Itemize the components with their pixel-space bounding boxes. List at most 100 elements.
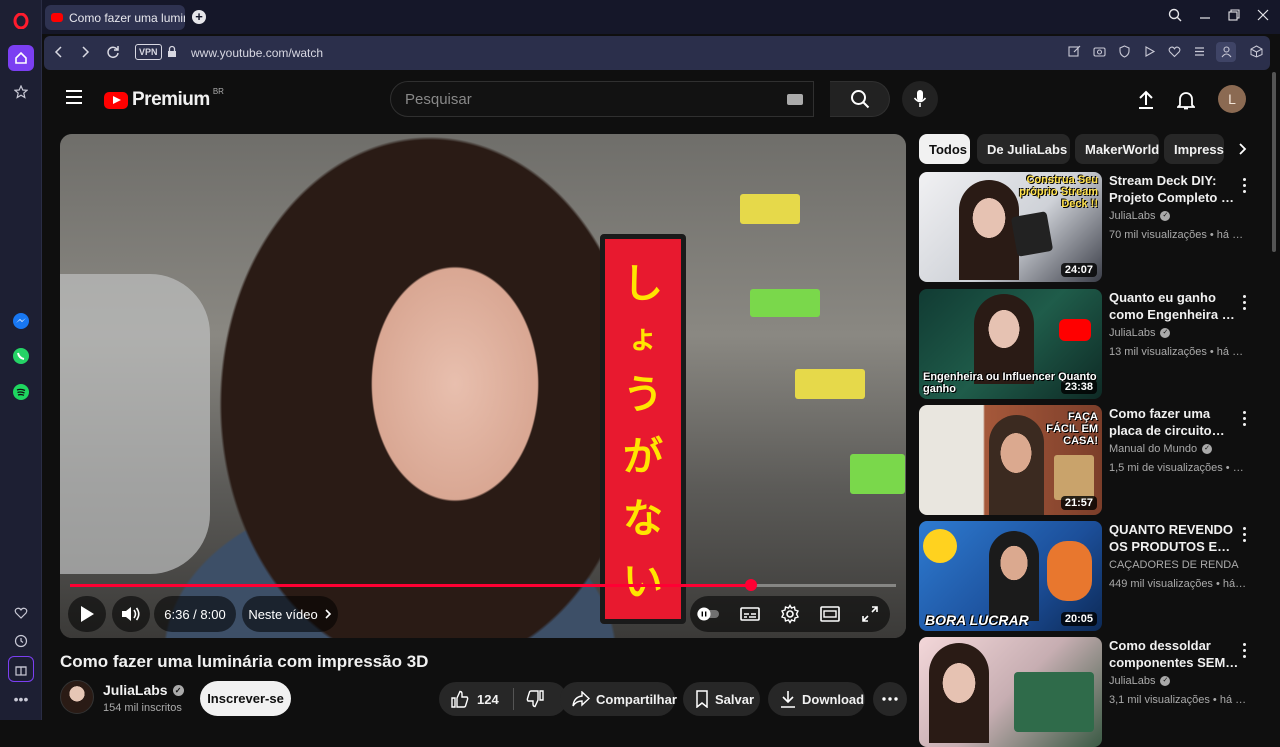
shelf-green (750, 289, 820, 317)
volume-button[interactable] (112, 596, 150, 632)
minimize-icon[interactable] (1199, 8, 1211, 26)
video-thumbnail[interactable] (919, 637, 1102, 747)
rec-channel[interactable]: JuliaLabs ✓ (1109, 675, 1171, 687)
chip-makerworld[interactable]: MakerWorld (1075, 134, 1159, 164)
rec-menu-kebab-icon[interactable] (1243, 643, 1247, 661)
autoplay-toggle-icon[interactable] (690, 607, 730, 621)
save-label: Salvar (715, 691, 755, 707)
rec-menu-kebab-icon[interactable] (1243, 178, 1247, 196)
restore-icon[interactable] (1228, 8, 1240, 26)
logo-text: Premium (132, 89, 210, 110)
youtube-premium-logo[interactable]: Premium BR (104, 87, 224, 111)
heart-icon[interactable] (8, 600, 34, 626)
chip-de-julialabs[interactable]: De JuliaLabs (977, 134, 1070, 164)
video-player[interactable]: しょうがない 6:36 / 8:00 Neste vídeo (60, 134, 906, 638)
chip-todos[interactable]: Todos (919, 134, 970, 164)
more-actions-button[interactable] (873, 682, 907, 716)
miniplayer-icon[interactable] (810, 606, 850, 622)
camera-icon[interactable] (1093, 45, 1106, 61)
new-tab-plus-icon[interactable]: + (192, 10, 206, 24)
spotify-icon[interactable] (8, 379, 34, 405)
rec-menu-kebab-icon[interactable] (1243, 295, 1247, 313)
gift-icon[interactable] (8, 656, 34, 682)
download-icon (781, 691, 795, 708)
video-thumbnail[interactable]: Engenheira ou Influencer Quanto ganho 23… (919, 289, 1102, 399)
profile-icon[interactable] (1216, 42, 1236, 62)
video-thumbnail[interactable]: FAÇA FÁCIL EM CASA! 21:57 (919, 405, 1102, 515)
shelf-green-2 (850, 454, 905, 494)
recommendation-item[interactable]: BORA LUCRAR 20:05 QUANTO REVENDO OS PROD… (919, 521, 1259, 631)
chips-next-chevron-icon[interactable] (1226, 134, 1259, 164)
rec-menu-kebab-icon[interactable] (1243, 411, 1247, 429)
voice-search-button[interactable] (902, 81, 938, 117)
search-input[interactable]: Pesquisar (390, 81, 814, 117)
divider (512, 688, 514, 710)
back-icon[interactable] (54, 44, 64, 64)
duration-badge: 21:57 (1060, 496, 1097, 510)
shield-icon[interactable] (1118, 45, 1131, 61)
channel-avatar[interactable] (60, 680, 94, 714)
page-scrollbar[interactable] (1272, 72, 1276, 252)
whatsapp-icon[interactable] (8, 343, 34, 369)
youtube-favicon-icon (51, 13, 63, 22)
rec-title[interactable]: QUANTO REVENDO OS PRODUTOS E QUAL A MARG… (1109, 521, 1239, 555)
notifications-bell-icon[interactable] (1174, 88, 1198, 112)
reload-icon[interactable] (106, 44, 120, 64)
video-thumbnail[interactable]: BORA LUCRAR 20:05 (919, 521, 1102, 631)
menu-lines-icon[interactable] (1193, 45, 1206, 61)
recommendation-item[interactable]: Engenheira ou Influencer Quanto ganho 23… (919, 289, 1259, 399)
rec-channel[interactable]: Manual do Mundo ✓ (1109, 443, 1213, 455)
rec-channel[interactable]: JuliaLabs ✓ (1109, 210, 1171, 222)
bookmarks-star-icon[interactable] (8, 79, 34, 105)
share-icon (572, 691, 590, 707)
extensions-box-icon[interactable] (1250, 45, 1263, 61)
close-window-icon[interactable] (1257, 8, 1269, 26)
history-clock-icon[interactable] (8, 628, 34, 654)
rec-channel[interactable]: JuliaLabs ✓ (1109, 327, 1171, 339)
upload-icon[interactable] (1134, 88, 1158, 112)
edit-icon[interactable] (1068, 45, 1081, 61)
search-tabs-icon[interactable] (1168, 8, 1182, 26)
captions-icon[interactable] (730, 606, 770, 622)
like-button[interactable]: 124 (451, 690, 499, 708)
account-avatar[interactable]: L (1218, 85, 1246, 113)
recommendation-item[interactable]: FAÇA FÁCIL EM CASA! 21:57 Como fazer uma… (919, 405, 1259, 515)
hamburger-menu-icon[interactable] (66, 90, 82, 104)
forward-icon[interactable] (80, 44, 90, 64)
vpn-badge[interactable]: VPN (135, 44, 162, 60)
home-icon[interactable] (8, 45, 34, 71)
settings-gear-icon[interactable] (770, 604, 810, 624)
tab-youtube[interactable]: Como fazer uma luminária (45, 5, 185, 30)
next-chapter-button[interactable]: Neste vídeo (242, 596, 338, 632)
player-icon[interactable] (1143, 45, 1156, 61)
recommendation-item[interactable]: Construa Seu próprio Stream Deck !! 24:0… (919, 172, 1259, 282)
rec-channel[interactable]: CAÇADORES DE RENDA (1109, 559, 1239, 571)
search-button[interactable] (830, 81, 890, 117)
rec-title[interactable]: Quanto eu ganho como Engenheira e Influe… (1109, 289, 1239, 323)
share-button[interactable]: Compartilhar (560, 682, 677, 716)
more-dots-icon[interactable]: ••• (8, 686, 34, 712)
channel-name-link[interactable]: JuliaLabs ✓ (103, 682, 184, 698)
opera-logo-icon[interactable] (8, 8, 34, 34)
heart-bookmark-icon[interactable] (1168, 45, 1181, 61)
rec-menu-kebab-icon[interactable] (1243, 527, 1247, 545)
play-button[interactable] (68, 596, 106, 632)
rec-title[interactable]: Stream Deck DIY: Projeto Completo do Zer… (1109, 172, 1239, 206)
thumbs-down-icon (526, 690, 544, 708)
chip-impressao[interactable]: Impressão 3D (1164, 134, 1224, 164)
recommendation-item[interactable]: Como dessoldar componentes SEM ferrament… (919, 637, 1259, 747)
lock-icon[interactable] (167, 45, 177, 61)
url-field[interactable]: www.youtube.com/watch (191, 46, 323, 60)
fullscreen-icon[interactable] (850, 605, 890, 623)
save-button[interactable]: Salvar (683, 682, 760, 716)
messenger-icon[interactable] (8, 308, 34, 334)
rec-title[interactable]: Como fazer uma placa de circuito impress… (1109, 405, 1239, 439)
progress-bar[interactable] (70, 579, 896, 591)
download-button[interactable]: Download (768, 682, 865, 716)
dislike-button[interactable] (526, 690, 544, 708)
video-thumbnail[interactable]: Construa Seu próprio Stream Deck !! 24:0… (919, 172, 1102, 282)
subscribe-button[interactable]: Inscrever-se (200, 681, 291, 716)
rec-title[interactable]: Como dessoldar componentes SEM ferrament… (1109, 637, 1239, 671)
keyboard-icon[interactable] (787, 94, 803, 105)
thumb-pacman (923, 529, 957, 563)
